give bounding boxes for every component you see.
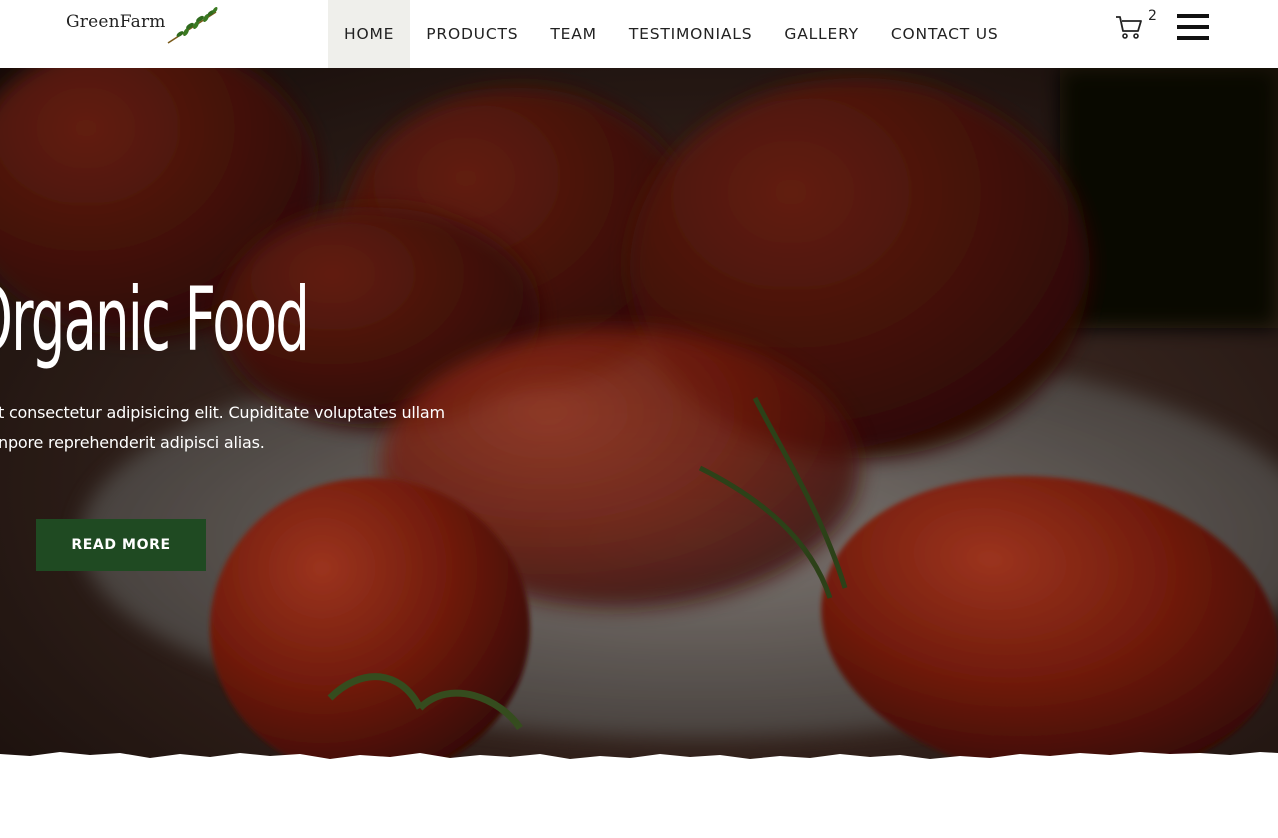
- nav-gallery[interactable]: GALLERY: [768, 0, 875, 68]
- hero-banner: Organic Food t consectetur adipisicing e…: [0, 68, 1278, 771]
- hamburger-menu-icon[interactable]: [1177, 14, 1209, 42]
- hero-title: Organic Food: [0, 268, 310, 371]
- logo[interactable]: GreenFarm: [66, 6, 226, 46]
- main-nav: HOME PRODUCTS TEAM TESTIMONIALS GALLERY …: [328, 0, 1015, 68]
- nav-products[interactable]: PRODUCTS: [410, 0, 534, 68]
- site-header: GreenFarm HOME PRODUCTS TEAM TESTIMONIAL…: [0, 0, 1278, 68]
- logo-text: GreenFarm: [66, 12, 166, 32]
- nav-contact-us[interactable]: CONTACT US: [875, 0, 1015, 68]
- nav-home[interactable]: HOME: [328, 0, 411, 68]
- read-more-button[interactable]: READ MORE: [36, 519, 206, 571]
- nav-testimonials[interactable]: TESTIMONIALS: [613, 0, 769, 68]
- leaf-icon: [167, 6, 218, 44]
- cart-count: 2: [1148, 8, 1157, 24]
- nav-team[interactable]: TEAM: [534, 0, 612, 68]
- hero-text-line-1: t consectetur adipisicing elit. Cupidita…: [0, 403, 445, 422]
- cart-icon[interactable]: [1114, 12, 1144, 42]
- torn-paper-divider: [0, 752, 1278, 780]
- hero-text-line-2: npore reprehenderit adipisci alias.: [0, 433, 265, 452]
